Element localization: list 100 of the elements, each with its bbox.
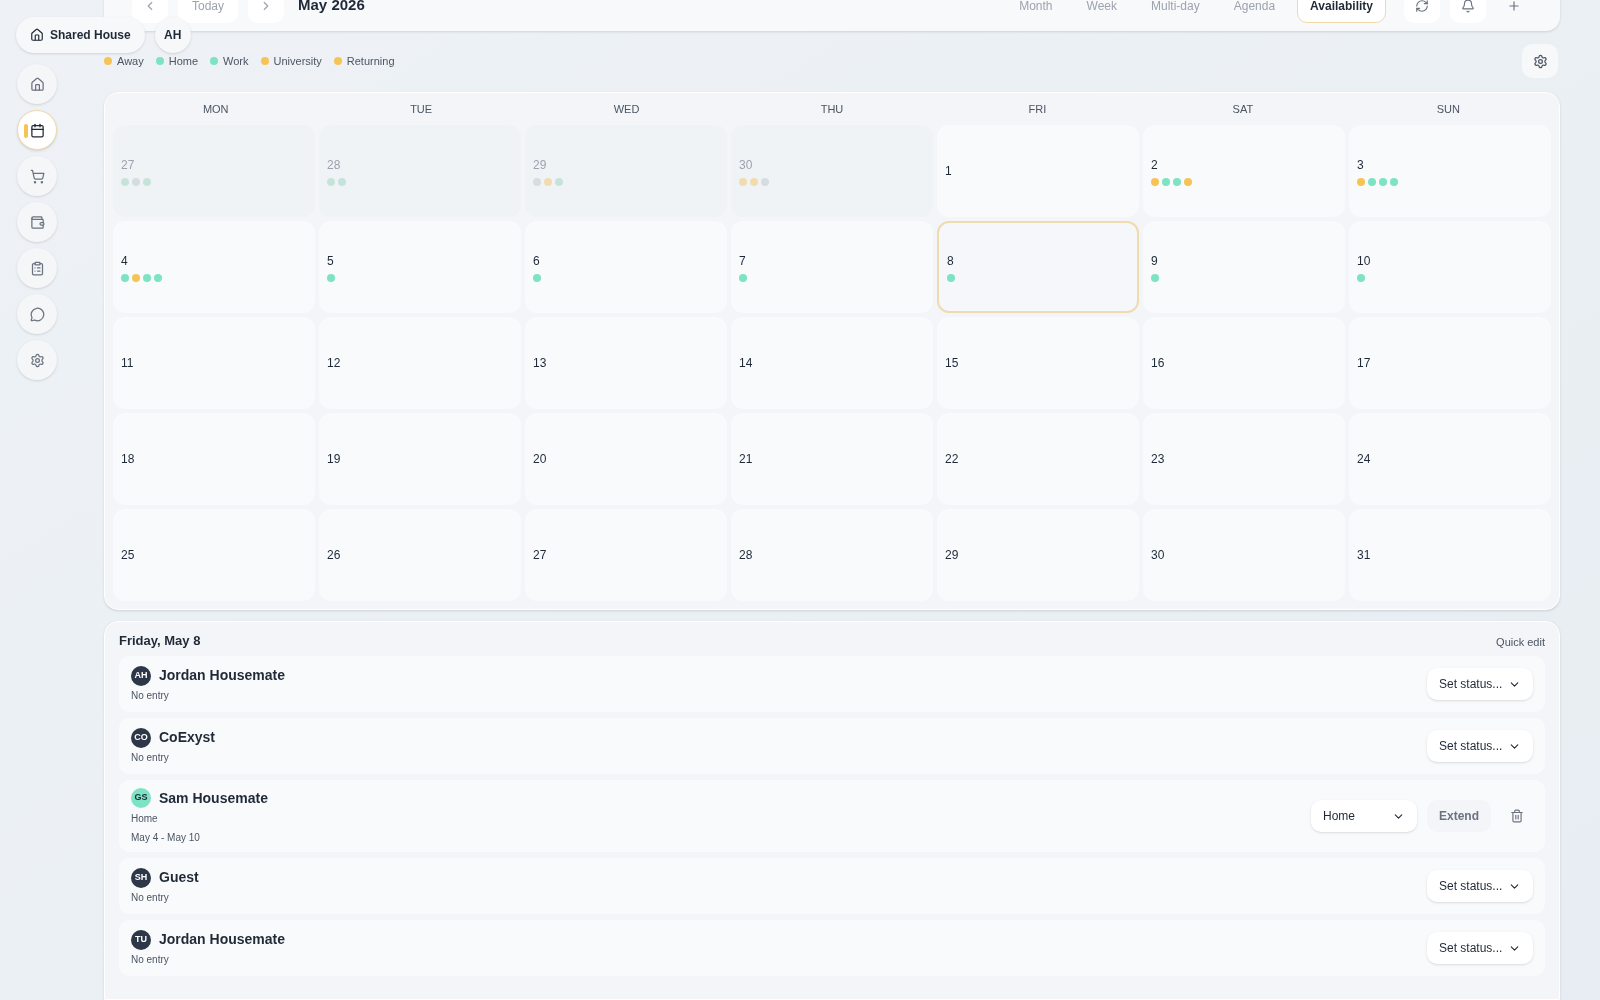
weekday-label: SAT: [1231, 101, 1255, 117]
day-cell[interactable]: 31: [1349, 509, 1551, 601]
status-select[interactable]: Home: [1311, 800, 1417, 832]
day-number: 17: [1357, 355, 1372, 372]
day-number: 2: [1151, 157, 1159, 174]
member-status: No entry: [131, 751, 170, 765]
day-cell[interactable]: 30: [1143, 509, 1345, 601]
day-number: 29: [533, 157, 548, 174]
legend-label: University: [273, 53, 322, 69]
sidebar-item[interactable]: [17, 156, 57, 196]
wallet-icon: [29, 214, 45, 230]
sidebar-item[interactable]: [17, 202, 57, 242]
day-cell[interactable]: 15: [937, 317, 1139, 409]
chat-icon: [29, 306, 45, 322]
trash-icon: [1510, 809, 1524, 823]
day-cell[interactable]: 6: [525, 221, 727, 313]
day-cell[interactable]: 1: [937, 125, 1139, 217]
day-number: 26: [327, 547, 342, 564]
day-cell[interactable]: 7: [731, 221, 933, 313]
extend-button[interactable]: Extend: [1427, 800, 1491, 832]
day-cell[interactable]: 24: [1349, 413, 1551, 505]
member-status: No entry: [131, 891, 170, 905]
day-number: 4: [121, 253, 129, 270]
day-cell[interactable]: 17: [1349, 317, 1551, 409]
status-select[interactable]: Set status...: [1427, 730, 1533, 762]
day-cell[interactable]: 14: [731, 317, 933, 409]
legend-label: Away: [117, 53, 144, 69]
day-cell[interactable]: 22: [937, 413, 1139, 505]
member-avatar: GS: [131, 788, 151, 808]
day-cell[interactable]: 12: [319, 317, 521, 409]
status-select[interactable]: Set status...: [1427, 870, 1533, 902]
weekday-label: SUN: [1435, 101, 1461, 117]
household-pill[interactable]: Shared House: [16, 17, 145, 53]
day-cell[interactable]: 29: [937, 509, 1139, 601]
day-number: 9: [1151, 253, 1159, 270]
member-name: Sam Housemate: [159, 788, 268, 808]
day-number: 14: [739, 355, 754, 372]
day-number: 11: [121, 355, 135, 372]
sidebar-item[interactable]: [17, 248, 57, 288]
weekday-label: THU: [819, 101, 845, 117]
day-number: 7: [739, 253, 747, 270]
member-name: Jordan Housemate: [159, 930, 286, 949]
day-number: 31: [1357, 547, 1372, 564]
day-number: 21: [739, 451, 754, 468]
day-cell[interactable]: 4: [113, 221, 315, 313]
day-number: 22: [945, 451, 960, 468]
day-cell[interactable]: 5: [319, 221, 521, 313]
month-title: May 2026: [298, 0, 365, 16]
day-cell[interactable]: 9: [1143, 221, 1345, 313]
sidebar-item[interactable]: [17, 294, 57, 334]
view-tab[interactable]: Availability: [1297, 0, 1386, 23]
day-cell[interactable]: 21: [731, 413, 933, 505]
legend-label: Returning: [346, 53, 395, 69]
settings-button[interactable]: [1522, 44, 1558, 78]
plus-icon: [1507, 0, 1521, 13]
day-number: 28: [327, 157, 342, 174]
day-cell[interactable]: 16: [1143, 317, 1345, 409]
day-number: 8: [947, 253, 955, 270]
day-number: 5: [327, 253, 335, 270]
day-cell[interactable]: 18: [113, 413, 315, 505]
day-cell[interactable]: 28: [731, 509, 933, 601]
day-number: 18: [121, 451, 136, 468]
day-cell[interactable]: 11: [113, 317, 315, 409]
day-number: 19: [327, 451, 342, 468]
day-number: 10: [1357, 253, 1372, 270]
day-cell[interactable]: 19: [319, 413, 521, 505]
day-cell[interactable]: 20: [525, 413, 727, 505]
refresh-icon: [1415, 0, 1429, 13]
home-icon: [30, 28, 44, 42]
day-number: 30: [739, 157, 754, 174]
user-avatar[interactable]: AH: [154, 17, 191, 53]
settings-icon: [1532, 53, 1548, 69]
day-cell[interactable]: 10: [1349, 221, 1551, 313]
day-cell[interactable]: 23: [1143, 413, 1345, 505]
settings-icon: [29, 352, 45, 368]
cart-icon: [29, 168, 45, 184]
weekday-label: WED: [612, 101, 641, 117]
day-number: 24: [1357, 451, 1372, 468]
calendar-icon: [29, 122, 45, 138]
day-cell[interactable]: 27: [525, 509, 727, 601]
day-cell[interactable]: 2: [1143, 125, 1345, 217]
weekday-label: FRI: [1027, 101, 1048, 117]
sidebar-item[interactable]: [17, 110, 57, 150]
day-cell[interactable]: 26: [319, 509, 521, 601]
day-number: 30: [1151, 547, 1166, 564]
day-number: 15: [945, 355, 960, 372]
status-select[interactable]: Set status...: [1427, 932, 1533, 964]
member-name: Jordan Housemate: [159, 666, 286, 685]
sidebar-item[interactable]: [17, 64, 57, 104]
day-cell[interactable]: 13: [525, 317, 727, 409]
sidebar-item[interactable]: [17, 340, 57, 380]
member-avatar: AH: [131, 665, 151, 686]
day-number: 12: [327, 355, 342, 372]
day-cell[interactable]: 25: [113, 509, 315, 601]
day-detail-title: Friday, May 8: [119, 631, 201, 650]
quick-edit-link[interactable]: Quick edit: [1496, 633, 1545, 650]
day-cell[interactable]: 8: [937, 221, 1139, 313]
day-number: 23: [1151, 451, 1166, 468]
day-cell[interactable]: 3: [1349, 125, 1551, 217]
status-select[interactable]: Set status...: [1427, 668, 1533, 700]
